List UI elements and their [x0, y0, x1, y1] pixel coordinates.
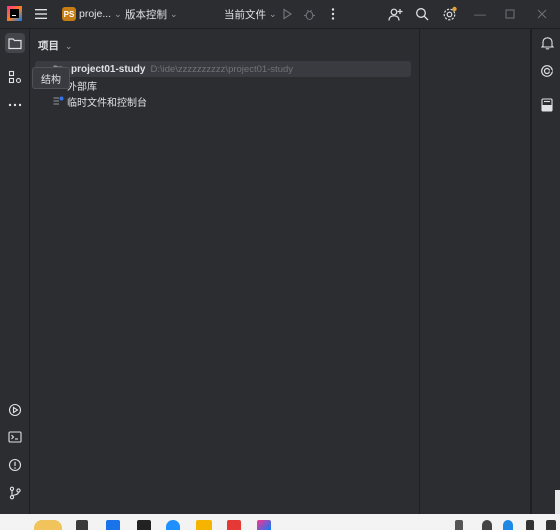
minimize-button[interactable]: —: [474, 0, 486, 28]
add-user-icon: [388, 8, 403, 21]
tray-icon-1[interactable]: [482, 520, 492, 530]
run-button[interactable]: [281, 0, 293, 28]
project-widget[interactable]: PS proje... ⌄: [62, 0, 122, 28]
project-panel: 项目 ⌄ project01-study D:\ide\zzzzzzzzzz\p…: [30, 29, 419, 514]
services-icon: [8, 403, 22, 417]
project-badge: PS: [62, 7, 76, 21]
os-taskbar: [0, 514, 560, 530]
tree-item-project[interactable]: project01-study D:\ide\zzzzzzzzzz\projec…: [35, 61, 411, 77]
intellij-taskbar-icon[interactable]: [257, 520, 271, 530]
search-button[interactable]: [415, 0, 429, 28]
ide-logo-icon[interactable]: [7, 6, 22, 21]
structure-tool-button[interactable]: [5, 67, 25, 87]
structure-tooltip: 结构: [32, 67, 70, 89]
run-icon: [283, 8, 293, 20]
maximize-button[interactable]: [505, 0, 515, 28]
folder-icon: [8, 37, 22, 49]
app-icon-1[interactable]: [106, 520, 120, 530]
main-menu-button[interactable]: [34, 0, 48, 28]
start-icon[interactable]: [76, 520, 88, 530]
window-edge: [555, 490, 560, 514]
project-root-path: D:\ide\zzzzzzzzzz\project01-study: [150, 63, 294, 75]
editor-area[interactable]: [420, 29, 530, 514]
git-tool-button[interactable]: [5, 483, 25, 503]
database-tool-button[interactable]: [537, 95, 557, 115]
terminal-tool-button[interactable]: [5, 427, 25, 447]
close-icon: [537, 9, 547, 19]
scratches-icon: [53, 96, 64, 105]
problems-icon: [8, 458, 22, 472]
more-actions-button[interactable]: [330, 0, 336, 28]
debug-button[interactable]: [303, 0, 316, 28]
more-icon: [8, 103, 22, 107]
chevron-down-icon: ⌄: [269, 8, 277, 19]
panel-title-text: 项目: [38, 40, 59, 52]
tray-icon-3[interactable]: [526, 520, 534, 530]
more-vertical-icon: [331, 8, 335, 20]
chevron-down-icon: ⌄: [64, 41, 73, 51]
project-tool-button[interactable]: [5, 33, 25, 53]
file-explorer-icon[interactable]: [196, 520, 212, 530]
debug-icon: [304, 9, 315, 20]
notifications-tool-button[interactable]: [537, 33, 557, 53]
hamburger-icon: [35, 9, 47, 19]
app-icon-3[interactable]: [227, 520, 241, 530]
browser-icon[interactable]: [166, 520, 180, 530]
scratches-label: 临时文件和控制台: [67, 97, 147, 109]
tree-item-scratches[interactable]: 临时文件和控制台: [53, 93, 147, 109]
chevron-down-icon: ⌄: [170, 8, 178, 19]
close-button[interactable]: [537, 0, 547, 28]
ai-assistant-icon: [541, 65, 553, 77]
structure-icon: [8, 70, 22, 84]
terminal-icon: [8, 431, 22, 443]
database-icon: [541, 98, 553, 112]
problems-tool-button[interactable]: [5, 455, 25, 475]
app-icon-2[interactable]: [137, 520, 151, 530]
project-panel-title[interactable]: 项目 ⌄: [38, 38, 72, 53]
weather-widget-icon[interactable]: [34, 520, 62, 530]
tray-icon-2[interactable]: [503, 520, 513, 530]
services-tool-button[interactable]: [5, 400, 25, 420]
run-config-label: 当前文件: [224, 8, 266, 21]
external-libraries-label: 外部库: [67, 81, 97, 93]
left-toolbar: [0, 29, 30, 514]
ai-assistant-tool-button[interactable]: [537, 61, 557, 81]
project-name: proje...: [79, 8, 112, 20]
vcs-label: 版本控制: [125, 8, 167, 21]
chevron-down-icon: ⌄: [114, 8, 122, 19]
code-with-me-button[interactable]: [388, 0, 403, 28]
tray-chevron-icon[interactable]: [455, 520, 463, 530]
settings-button[interactable]: [442, 0, 458, 28]
git-icon: [9, 486, 21, 500]
title-bar: PS proje... ⌄ 版本控制 ⌄ 当前文件 ⌄ —: [0, 0, 560, 29]
run-config-widget[interactable]: 当前文件 ⌄: [224, 0, 277, 28]
search-icon: [416, 8, 429, 21]
gear-icon: [443, 6, 457, 21]
more-tools-button[interactable]: [5, 95, 25, 115]
maximize-icon: [505, 9, 515, 19]
notifications-icon: [540, 37, 554, 50]
vcs-widget[interactable]: 版本控制 ⌄: [125, 0, 178, 28]
project-root-label: project01-study: [71, 63, 146, 75]
right-toolbar: [531, 29, 560, 514]
tray-icon-4[interactable]: [546, 520, 556, 530]
